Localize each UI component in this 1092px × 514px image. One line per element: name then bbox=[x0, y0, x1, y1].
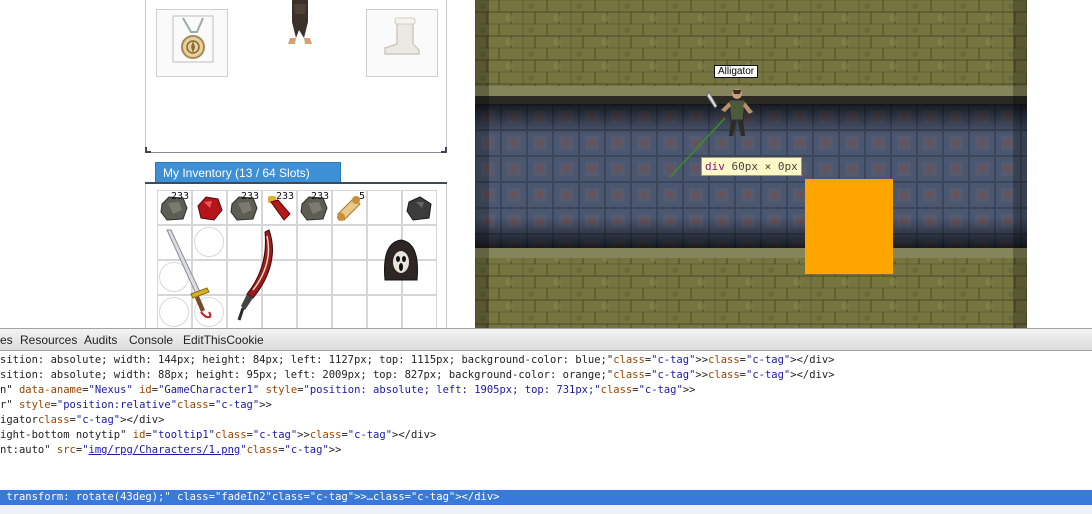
inventory-slot[interactable] bbox=[402, 295, 437, 330]
inventory-slot[interactable] bbox=[297, 260, 332, 295]
item-count: 233 bbox=[241, 191, 260, 202]
dom-node-line[interactable]: igatorclass="c-tag"></div> bbox=[0, 413, 1092, 428]
character-portrait bbox=[282, 0, 318, 46]
dom-tree-blank-row bbox=[0, 505, 1092, 514]
inventory-slot[interactable] bbox=[297, 225, 332, 260]
inventory-grid: 233 233 233 233 5 bbox=[157, 190, 437, 330]
orange-block[interactable] bbox=[805, 179, 893, 274]
tab-editthiscookie[interactable]: EditThisCookie bbox=[183, 333, 264, 347]
tooltip-tag: div bbox=[705, 160, 725, 173]
inventory-slot[interactable] bbox=[367, 295, 402, 330]
tab-elements[interactable]: es bbox=[0, 333, 13, 347]
tab-my-inventory[interactable]: My Inventory (13 / 64 Slots) bbox=[155, 162, 341, 182]
panel-divider bbox=[146, 152, 446, 153]
red-gem-icon bbox=[197, 196, 223, 221]
devtools-toolbar: es Resources Audits Console EditThisCook… bbox=[0, 328, 1092, 351]
curved-blade-icon bbox=[237, 229, 273, 321]
dom-node-line[interactable]: nt:auto" src="img/rpg/Characters/1.png"c… bbox=[0, 443, 1092, 458]
dom-node-line-selected[interactable]: transform: rotate(43deg);" class="fadeIn… bbox=[0, 490, 1092, 505]
tab-resources[interactable]: Resources bbox=[20, 333, 77, 347]
item-count: 233 bbox=[276, 191, 295, 202]
tab-audits[interactable]: Audits bbox=[84, 333, 117, 347]
dom-node-line[interactable]: ight-bottom notytip" id="tooltip1"class=… bbox=[0, 428, 1092, 443]
item-count: 5 bbox=[359, 191, 366, 202]
inventory-slot[interactable] bbox=[332, 260, 367, 295]
medallion-icon bbox=[172, 15, 214, 63]
dom-node-line[interactable]: sition: absolute; width: 144px; height: … bbox=[0, 353, 1092, 368]
dom-node-line[interactable]: n" data-aname="Nexus" id="GameCharacter1… bbox=[0, 383, 1092, 398]
inspector-highlight-tooltip: div 60px × 0px bbox=[701, 157, 802, 176]
longsword-icon bbox=[166, 229, 212, 319]
dark-stone-icon bbox=[406, 196, 432, 221]
character-nameplate: Alligator bbox=[714, 65, 759, 78]
devtools-panel: es Resources Audits Console EditThisCook… bbox=[0, 328, 1092, 514]
screen: My Inventory (13 / 64 Slots) 233 233 233… bbox=[0, 0, 1092, 514]
item-count: 233 bbox=[171, 191, 190, 202]
amulet-slot[interactable] bbox=[156, 9, 228, 77]
inventory-slot[interactable] bbox=[332, 225, 367, 260]
tooltip-size: 60px × 0px bbox=[731, 160, 798, 173]
boots-slot[interactable] bbox=[366, 9, 438, 77]
inventory-slot[interactable] bbox=[297, 295, 332, 330]
item-count: 233 bbox=[311, 191, 330, 202]
equipment-panel bbox=[145, 0, 447, 153]
boots-icon bbox=[384, 17, 420, 55]
dom-node-line[interactable]: sition: absolute; width: 88px; height: 9… bbox=[0, 368, 1092, 383]
tab-console[interactable]: Console bbox=[129, 333, 173, 347]
game-viewport[interactable]: Alligator div 60px × 0px bbox=[475, 0, 1027, 328]
dom-node-line[interactable]: r" style="position:relative"class="c-tag… bbox=[0, 398, 1092, 413]
inventory-slot[interactable] bbox=[367, 190, 402, 225]
hooded-mask-icon bbox=[384, 239, 418, 281]
inventory-slot[interactable] bbox=[332, 295, 367, 330]
inventory-panel: 233 233 233 233 5 bbox=[145, 184, 447, 330]
